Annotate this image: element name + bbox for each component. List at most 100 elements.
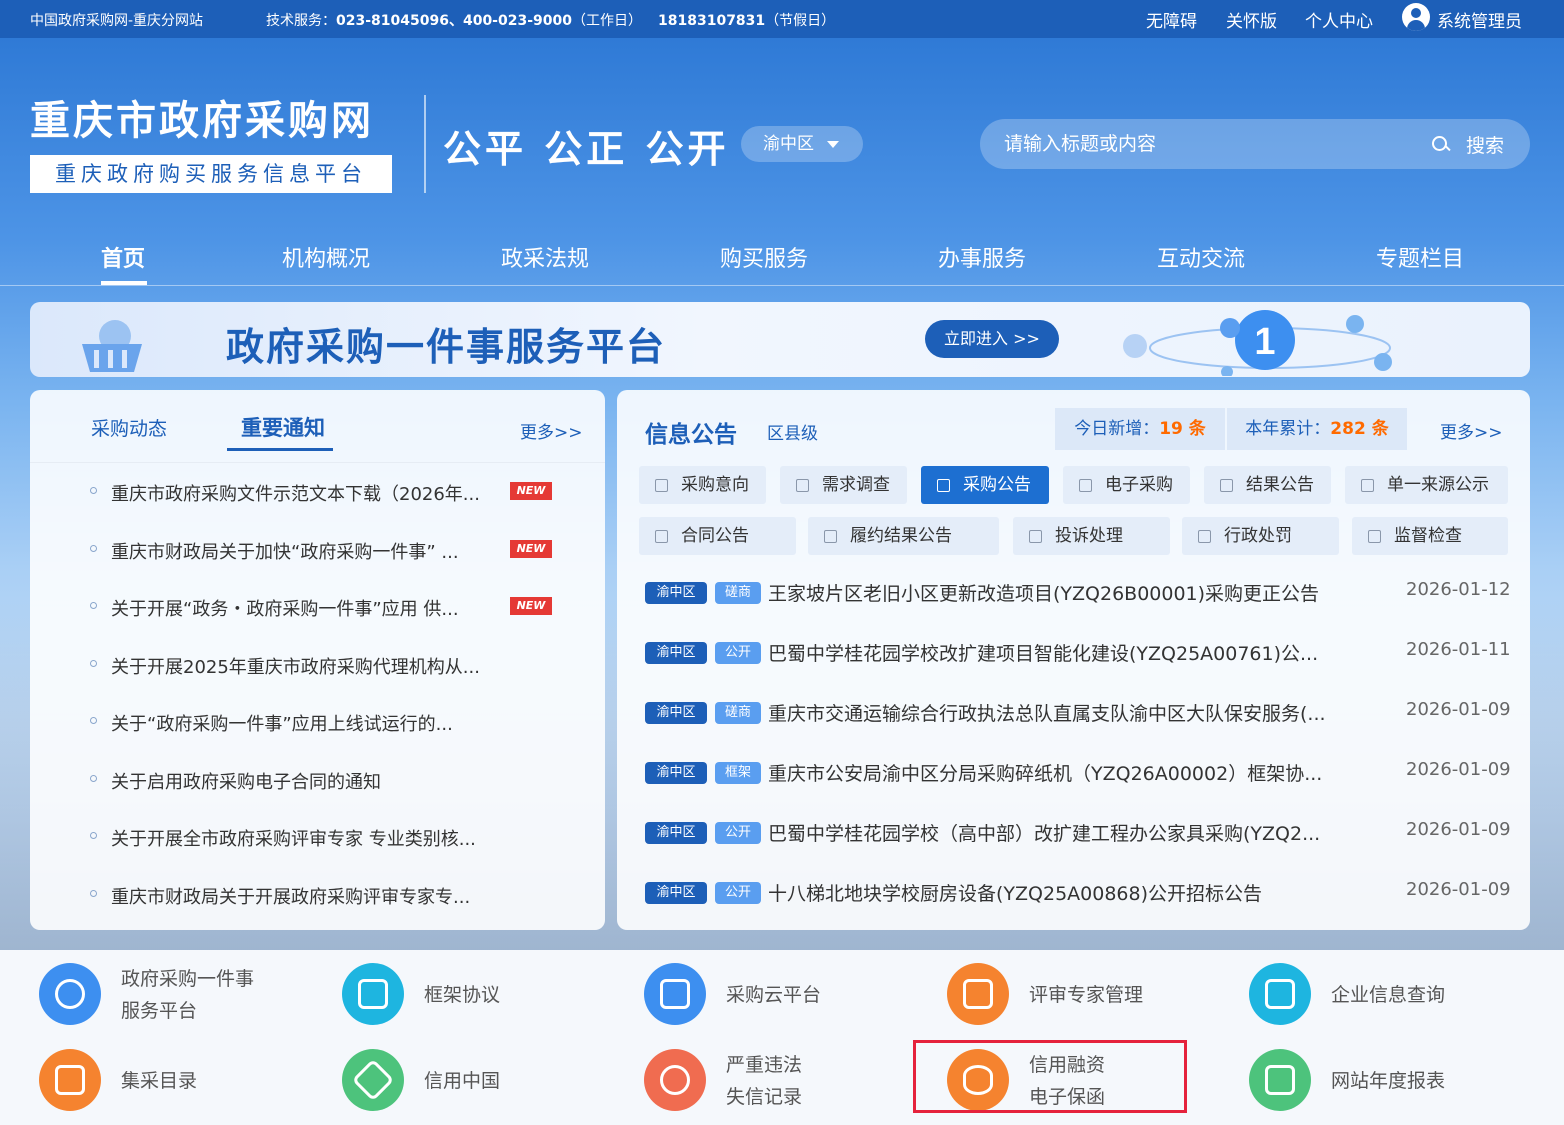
notice-item[interactable]: 关于开展2025年重庆市政府采购代理机构从... — [90, 653, 570, 683]
elderly-mode-link[interactable]: 关怀版 — [1226, 7, 1277, 32]
announcement-link[interactable]: 巴蜀中学桂花园学校（高中部）改扩建工程办公家具采购(YZQ2... — [768, 819, 1320, 846]
announcement-link[interactable]: 重庆市公安局渝中区分局采购碎纸机（YZQ26A00002）框架协... — [768, 759, 1322, 786]
quicklink-label: 企业信息查询 — [1331, 984, 1446, 1006]
notices-more-link[interactable]: 更多>> — [520, 418, 583, 443]
category-demand-survey[interactable]: 需求调查 — [780, 466, 907, 504]
category-procurement-notice[interactable]: 采购公告 — [921, 466, 1049, 504]
expert-icon — [947, 963, 1009, 1025]
enter-now-button[interactable]: 立即进入 >> — [925, 320, 1059, 358]
notice-title: 重庆市财政局关于开展政府采购评审专家专... — [111, 887, 471, 908]
notice-title: 关于开展“政务・政府采购一件事”应用 供... — [111, 599, 459, 620]
announcement-row[interactable]: 渝中区 磋商 王家坡片区老旧小区更新改造项目(YZQ26B00001)采购更正公… — [645, 579, 1511, 609]
search-button-label: 搜索 — [1466, 135, 1505, 157]
bullet-icon — [90, 602, 97, 609]
tab-procurement-news[interactable]: 采购动态 — [91, 414, 167, 441]
bullet-icon — [90, 487, 97, 494]
accessibility-link[interactable]: 无障碍 — [1146, 7, 1197, 32]
user-avatar-icon[interactable] — [1402, 3, 1430, 31]
highlight-box — [913, 1040, 1187, 1113]
bullet-icon — [90, 660, 97, 667]
service-phones: 023-81045096、400-023-9000 — [336, 13, 572, 29]
method-tag: 公开 — [715, 822, 761, 844]
tab-important-notices[interactable]: 重要通知 — [241, 412, 325, 442]
category-purchase-intent[interactable]: 采购意向 — [639, 466, 766, 504]
category-performance-result[interactable]: 履约结果公告 — [808, 517, 999, 555]
list-icon — [1079, 479, 1092, 492]
quicklink-one-stop-platform[interactable]: 政府采购一件事 服务平台 — [39, 963, 299, 1033]
notice-title: 关于开展全市政府采购评审专家 专业类别核... — [111, 829, 476, 850]
announcement-row[interactable]: 渝中区 公开 十八梯北地块学校厨房设备(YZQ25A00868)公开招标公告 2… — [645, 879, 1511, 909]
category-e-procurement[interactable]: 电子采购 — [1063, 466, 1190, 504]
quicklink-expert-management[interactable]: 评审专家管理 — [947, 963, 1167, 1033]
quicklink-serious-violation[interactable]: 严重违法 失信记录 — [644, 1049, 844, 1119]
category-single-source[interactable]: 单一来源公示 — [1345, 466, 1508, 504]
category-complaint-handling[interactable]: 投诉处理 — [1013, 517, 1170, 555]
quicklink-label: 严重违法 — [726, 1054, 803, 1076]
nav-organization[interactable]: 机构概况 — [282, 241, 370, 273]
quicklink-central-catalog[interactable]: 集采目录 — [39, 1049, 239, 1119]
announcement-row[interactable]: 渝中区 公开 巴蜀中学桂花园学校改扩建项目智能化建设(YZQ25A00761)公… — [645, 639, 1511, 669]
nav-special-topics[interactable]: 专题栏目 — [1376, 241, 1464, 273]
bullet-icon — [90, 775, 97, 782]
region-tag: 渝中区 — [645, 822, 707, 844]
notice-item[interactable]: 关于开展全市政府采购评审专家 专业类别核... — [90, 825, 570, 855]
quicklink-label: 框架协议 — [424, 984, 501, 1006]
announcement-link[interactable]: 重庆市交通运输综合行政执法总队直属支队渝中区大队保安服务(... — [768, 699, 1326, 726]
notice-item[interactable]: 重庆市政府采购文件示范文本下载（2026年... NEW — [90, 480, 570, 510]
category-administrative-penalty[interactable]: 行政处罚 — [1182, 517, 1339, 555]
announcement-link[interactable]: 王家坡片区老旧小区更新改造项目(YZQ26B00001)采购更正公告 — [768, 579, 1319, 606]
quicklink-credit-china[interactable]: 信用中国 — [342, 1049, 542, 1119]
announcements-more-link[interactable]: 更多>> — [1440, 418, 1503, 443]
notice-item[interactable]: 关于启用政府采购电子合同的通知 — [90, 768, 570, 798]
announcement-row[interactable]: 渝中区 公开 巴蜀中学桂花园学校（高中部）改扩建工程办公家具采购(YZQ2...… — [645, 819, 1511, 849]
clipboard-icon — [39, 1049, 101, 1111]
nav-business-services[interactable]: 办事服务 — [938, 241, 1026, 273]
nav-purchase-services[interactable]: 购买服务 — [720, 241, 808, 273]
site-logo-title[interactable]: 重庆市政府采购网 — [30, 88, 374, 146]
notice-item[interactable]: 关于开展“政务・政府采购一件事”应用 供... NEW — [90, 595, 570, 625]
search-button[interactable]: 搜索 — [1432, 131, 1504, 157]
one-stop-platform-banner[interactable]: 政府采购一件事服务平台 立即进入 >> 1 — [30, 302, 1530, 377]
personal-center-link[interactable]: 个人中心 — [1305, 7, 1373, 32]
quicklink-label: 评审专家管理 — [1029, 984, 1144, 1006]
document-icon — [655, 479, 668, 492]
notice-item[interactable]: 重庆市财政局关于开展政府采购评审专家专... — [90, 883, 570, 913]
site-logo-subtitle: 重庆政府购买服务信息平台 — [30, 155, 392, 193]
quicklink-annual-report[interactable]: 网站年度报表 — [1249, 1049, 1469, 1119]
notice-title: 关于“政府采购一件事”应用上线试运行的... — [111, 714, 453, 735]
category-result-notice[interactable]: 结果公告 — [1204, 466, 1331, 504]
search-input[interactable] — [1004, 129, 1404, 159]
region-dropdown[interactable]: 渝中区 — [741, 126, 863, 162]
quicklink-label: 集采目录 — [121, 1070, 198, 1092]
announcement-date: 2026-01-09 — [1406, 819, 1511, 840]
district-level-tab[interactable]: 区县级 — [767, 419, 818, 444]
category-supervision-inspection[interactable]: 监督检查 — [1352, 517, 1508, 555]
category-label: 结果公告 — [1246, 475, 1314, 495]
notice-item[interactable]: 重庆市财政局关于加快“政府采购一件事” ... NEW — [90, 538, 570, 568]
announcement-date: 2026-01-09 — [1406, 759, 1511, 780]
announcement-link[interactable]: 巴蜀中学桂花园学校改扩建项目智能化建设(YZQ25A00761)公... — [768, 639, 1318, 666]
category-contract-notice[interactable]: 合同公告 — [639, 517, 796, 555]
category-label: 行政处罚 — [1224, 526, 1292, 546]
holiday-hotline: 18183107831（节假日） — [658, 10, 835, 30]
category-label: 合同公告 — [681, 526, 749, 546]
notice-item[interactable]: 关于“政府采购一件事”应用上线试运行的... — [90, 710, 570, 740]
nav-interaction[interactable]: 互动交流 — [1157, 241, 1245, 273]
announcement-row[interactable]: 渝中区 磋商 重庆市交通运输综合行政执法总队直属支队渝中区大队保安服务(... … — [645, 699, 1511, 729]
document-icon — [1220, 479, 1233, 492]
shopping-basket-illustration-icon — [82, 320, 142, 372]
contract-icon — [655, 530, 668, 543]
announcement-row[interactable]: 渝中区 框架 重庆市公安局渝中区分局采购碎纸机（YZQ26A00002）框架协.… — [645, 759, 1511, 789]
category-label: 采购意向 — [681, 475, 749, 495]
quicklink-framework-agreement[interactable]: 框架协议 — [342, 963, 542, 1033]
notice-title: 关于开展2025年重庆市政府采购代理机构从... — [111, 657, 480, 678]
quicklink-enterprise-query[interactable]: 企业信息查询 — [1249, 963, 1469, 1033]
quicklink-label: 政府采购一件事 — [121, 968, 255, 990]
nav-regulations[interactable]: 政采法规 — [501, 241, 589, 273]
announcement-link[interactable]: 十八梯北地块学校厨房设备(YZQ25A00868)公开招标公告 — [768, 879, 1262, 906]
quicklink-procurement-cloud[interactable]: 采购云平台 — [644, 963, 844, 1033]
nav-home[interactable]: 首页 — [101, 241, 145, 273]
year-label: 本年累计： — [1245, 419, 1331, 439]
method-tag: 磋商 — [715, 582, 761, 604]
user-name[interactable]: 系统管理员 — [1437, 7, 1522, 32]
